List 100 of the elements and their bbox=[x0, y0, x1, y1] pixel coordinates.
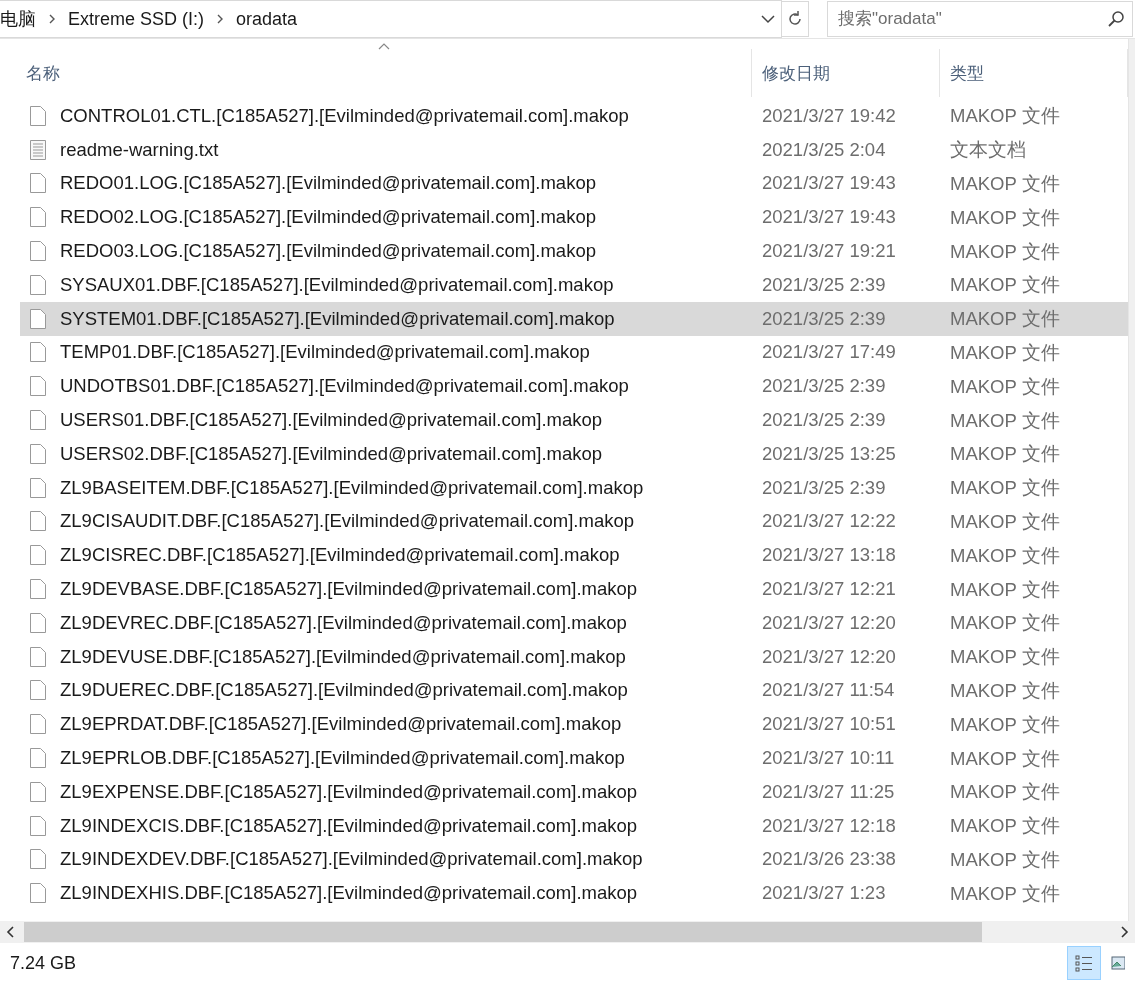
file-row[interactable]: ZL9CISAUDIT.DBF.[C185A527].[Evilminded@privatemail.com].makop 2021/3/27 12:22 MAKOP 文件 bbox=[20, 504, 1128, 539]
modified-date: 2021/3/27 19:21 bbox=[761, 240, 897, 263]
file-name: ZL9EPRLOB.DBF.[C185A527].[Evilminded@privatemail.com].makop bbox=[60, 747, 625, 770]
file-name: SYSTEM01.DBF.[C185A527].[Evilminded@privatemail.com].makop bbox=[60, 307, 615, 330]
picture-icon bbox=[1111, 955, 1125, 971]
scrollbar-thumb[interactable] bbox=[24, 922, 982, 942]
file-name: ZL9EPRDAT.DBF.[C185A527].[Evilminded@privatemail.com].makop bbox=[60, 713, 622, 736]
file-row[interactable]: REDO02.LOG.[C185A527].[Evilminded@privatemail.com].makop 2021/3/27 19:43 MAKOP 文件 bbox=[20, 200, 1128, 235]
file-type: MAKOP 文件 bbox=[949, 104, 1061, 129]
file-name: ZL9CISREC.DBF.[C185A527].[Evilminded@privatemail.com].makop bbox=[60, 544, 620, 567]
file-name: CONTROL01.CTL.[C185A527].[Evilminded@privatemail.com].makop bbox=[60, 104, 629, 127]
file-row[interactable]: readme-warning.txt 2021/3/25 2:04 文本文档 bbox=[20, 132, 1128, 167]
file-type: MAKOP 文件 bbox=[949, 746, 1061, 771]
modified-date: 2021/3/25 13:25 bbox=[761, 442, 897, 465]
file-icon bbox=[30, 376, 46, 397]
file-row[interactable]: REDO01.LOG.[C185A527].[Evilminded@privatemail.com].makop 2021/3/27 19:43 MAKOP 文件 bbox=[20, 166, 1128, 201]
refresh-button[interactable] bbox=[781, 1, 809, 37]
file-name: readme-warning.txt bbox=[60, 138, 219, 161]
file-row[interactable]: ZL9DUEREC.DBF.[C185A527].[Evilminded@privatemail.com].makop 2021/3/27 11:54 MAKOP 文件 bbox=[20, 673, 1128, 708]
file-row[interactable]: ZL9DEVREC.DBF.[C185A527].[Evilminded@privatemail.com].makop 2021/3/27 12:20 MAKOP 文件 bbox=[20, 605, 1128, 640]
modified-date: 2021/3/27 11:25 bbox=[761, 780, 896, 803]
modified-date: 2021/3/25 2:39 bbox=[761, 375, 887, 398]
modified-date: 2021/3/25 2:04 bbox=[761, 138, 887, 161]
file-row[interactable]: SYSAUX01.DBF.[C185A527].[Evilminded@privatemail.com].makop 2021/3/25 2:39 MAKOP 文件 bbox=[20, 268, 1128, 302]
file-row[interactable]: REDO03.LOG.[C185A527].[Evilminded@privatemail.com].makop 2021/3/27 19:21 MAKOP 文件 bbox=[20, 234, 1128, 268]
file-row[interactable]: CONTROL01.CTL.[C185A527].[Evilminded@privatemail.com].makop 2021/3/27 19:42 MAKOP 文件 bbox=[20, 99, 1128, 133]
selection-size: 7.24 GB bbox=[10, 952, 77, 974]
file-row[interactable]: ZL9EPRLOB.DBF.[C185A527].[Evilminded@privatemail.com].makop 2021/3/27 10:11 MAKOP 文件 bbox=[20, 741, 1128, 775]
file-icon bbox=[30, 579, 46, 600]
modified-date: 2021/3/25 2:39 bbox=[761, 409, 887, 432]
file-row[interactable]: ZL9CISREC.DBF.[C185A527].[Evilminded@privatemail.com].makop 2021/3/27 13:18 MAKOP 文件 bbox=[20, 538, 1128, 573]
file-icon bbox=[30, 207, 46, 228]
file-row[interactable]: ZL9INDEXDEV.DBF.[C185A527].[Evilminded@privatemail.com].makop 2021/3/26 23:38 MAKOP 文件 bbox=[20, 842, 1128, 877]
file-row[interactable]: ZL9INDEXCIS.DBF.[C185A527].[Evilminded@privatemail.com].makop 2021/3/27 12:18 MAKOP 文件 bbox=[20, 808, 1128, 843]
file-name: ZL9DEVUSE.DBF.[C185A527].[Evilminded@privatemail.com].makop bbox=[60, 645, 626, 668]
file-type: MAKOP 文件 bbox=[949, 611, 1061, 636]
search-field[interactable]: 搜索"oradata" bbox=[827, 1, 1133, 37]
horizontal-scrollbar[interactable] bbox=[0, 921, 1135, 943]
file-icon bbox=[30, 815, 46, 836]
modified-date: 2021/3/27 10:51 bbox=[761, 713, 897, 736]
file-type: MAKOP 文件 bbox=[949, 678, 1061, 703]
text-file-icon bbox=[30, 139, 46, 160]
scroll-right-icon[interactable] bbox=[1119, 925, 1129, 939]
file-icon bbox=[30, 410, 46, 431]
file-type: MAKOP 文件 bbox=[949, 442, 1061, 467]
file-type: MAKOP 文件 bbox=[949, 881, 1061, 906]
modified-date: 2021/3/27 17:49 bbox=[761, 341, 897, 364]
file-row[interactable]: USERS01.DBF.[C185A527].[Evilminded@privatemail.com].makop 2021/3/25 2:39 MAKOP 文件 bbox=[20, 403, 1128, 437]
file-icon bbox=[30, 511, 46, 532]
file-name: ZL9DUEREC.DBF.[C185A527].[Evilminded@privatemail.com].makop bbox=[60, 679, 628, 702]
file-type: MAKOP 文件 bbox=[949, 239, 1061, 264]
details-view-button[interactable] bbox=[1067, 946, 1101, 980]
file-row[interactable]: ZL9EPRDAT.DBF.[C185A527].[Evilminded@privatemail.com].makop 2021/3/27 10:51 MAKOP 文件 bbox=[20, 707, 1128, 742]
file-row[interactable]: TEMP01.DBF.[C185A527].[Evilminded@privatemail.com].makop 2021/3/27 17:49 MAKOP 文件 bbox=[20, 335, 1128, 370]
file-row[interactable]: USERS02.DBF.[C185A527].[Evilminded@privatemail.com].makop 2021/3/25 13:25 MAKOP 文件 bbox=[20, 436, 1128, 471]
file-type: MAKOP 文件 bbox=[949, 847, 1061, 872]
column-header[interactable]: 修改日期 bbox=[752, 49, 940, 97]
details-view-icon bbox=[1074, 953, 1094, 973]
file-type: MAKOP 文件 bbox=[949, 543, 1061, 568]
modified-date: 2021/3/27 19:43 bbox=[761, 172, 897, 195]
file-row[interactable]: UNDOTBS01.DBF.[C185A527].[Evilminded@privatemail.com].makop 2021/3/25 2:39 MAKOP 文件 bbox=[20, 369, 1128, 404]
file-row[interactable]: ZL9BASEITEM.DBF.[C185A527].[Evilminded@privatemail.com].makop 2021/3/25 2:39 MAKOP 文件 bbox=[20, 470, 1128, 505]
file-type: MAKOP 文件 bbox=[949, 374, 1061, 399]
scroll-left-icon[interactable] bbox=[6, 925, 16, 939]
chevron-icon bbox=[48, 13, 56, 25]
file-icon bbox=[30, 105, 46, 126]
modified-date: 2021/3/27 13:18 bbox=[761, 544, 897, 567]
file-row[interactable]: ZL9INDEXHIS.DBF.[C185A527].[Evilminded@privatemail.com].makop 2021/3/27 1:23 MAKOP 文件 bbox=[20, 876, 1128, 911]
file-type: MAKOP 文件 bbox=[949, 476, 1061, 501]
column-header[interactable]: 名称 bbox=[20, 49, 752, 97]
file-name: USERS01.DBF.[C185A527].[Evilminded@privatemail.com].makop bbox=[60, 409, 603, 432]
file-icon bbox=[30, 274, 46, 295]
dropdown-icon[interactable] bbox=[761, 14, 775, 24]
file-type: MAKOP 文件 bbox=[949, 408, 1061, 433]
file-icon bbox=[30, 680, 46, 701]
file-name: REDO01.LOG.[C185A527].[Evilminded@privatemail.com].makop bbox=[60, 172, 596, 195]
modified-date: 2021/3/27 12:21 bbox=[761, 578, 897, 601]
file-icon bbox=[30, 612, 46, 633]
file-name: ZL9DEVREC.DBF.[C185A527].[Evilminded@privatemail.com].makop bbox=[60, 611, 627, 634]
file-row[interactable]: ZL9DEVUSE.DBF.[C185A527].[Evilminded@privatemail.com].makop 2021/3/27 12:20 MAKOP 文件 bbox=[20, 639, 1128, 674]
file-icon bbox=[30, 849, 46, 870]
file-icon bbox=[30, 173, 46, 194]
file-name: ZL9INDEXCIS.DBF.[C185A527].[Evilminded@privatemail.com].makop bbox=[60, 814, 638, 837]
breadcrumb-item[interactable]: oradata bbox=[236, 8, 298, 30]
file-type: MAKOP 文件 bbox=[949, 645, 1061, 670]
file-name: SYSAUX01.DBF.[C185A527].[Evilminded@privatemail.com].makop bbox=[60, 273, 614, 296]
vertical-scrollbar[interactable] bbox=[1128, 39, 1135, 921]
file-icon bbox=[30, 714, 46, 735]
breadcrumb-item[interactable]: Extreme SSD (I:) bbox=[68, 8, 205, 30]
modified-date: 2021/3/27 12:20 bbox=[761, 645, 897, 668]
file-type: MAKOP 文件 bbox=[949, 340, 1061, 365]
file-name: ZL9INDEXDEV.DBF.[C185A527].[Evilminded@privatemail.com].makop bbox=[60, 848, 643, 871]
file-type: MAKOP 文件 bbox=[949, 172, 1061, 196]
file-type: MAKOP 文件 bbox=[949, 273, 1061, 298]
file-row[interactable]: ZL9DEVBASE.DBF.[C185A527].[Evilminded@privatemail.com].makop 2021/3/27 12:21 MAKOP 文件 bbox=[20, 572, 1128, 606]
file-row[interactable]: SYSTEM01.DBF.[C185A527].[Evilminded@privatemail.com].makop 2021/3/25 2:39 MAKOP 文件 bbox=[20, 301, 1128, 336]
file-row[interactable]: ZL9EXPENSE.DBF.[C185A527].[Evilminded@privatemail.com].makop 2021/3/27 11:25 MAKOP 文件 bbox=[20, 774, 1128, 809]
breadcrumb-item[interactable]: 电脑 bbox=[0, 7, 36, 31]
address-bar[interactable]: 电脑 Extreme SSD (I:) oradata bbox=[0, 0, 782, 38]
file-icon bbox=[30, 241, 46, 262]
